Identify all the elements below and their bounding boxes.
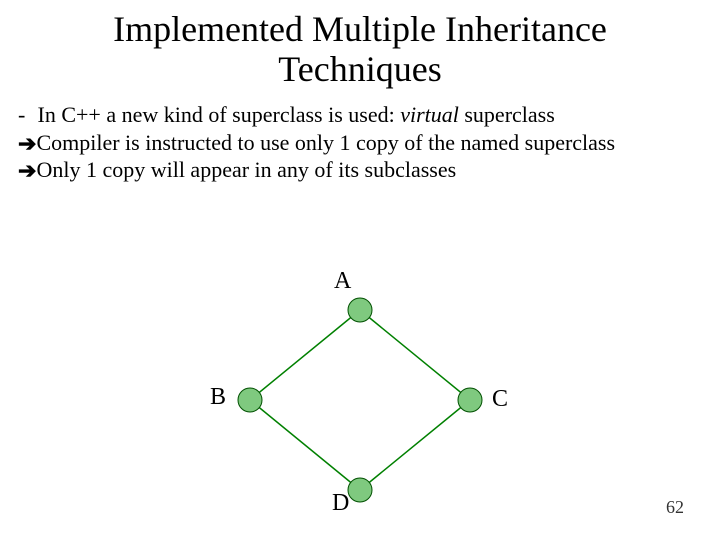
- node-d-label: D: [332, 490, 349, 517]
- bullet-2: ➔Compiler is instructed to use only 1 co…: [18, 129, 702, 157]
- bullet-3-text: Only 1 copy will appear in any of its su…: [36, 157, 456, 182]
- slide: Implemented Multiple Inheritance Techniq…: [0, 0, 720, 540]
- bullet-3: ➔Only 1 copy will appear in any of its s…: [18, 156, 702, 184]
- bullet-1-post: superclass: [459, 102, 555, 127]
- bullet-1-emph: virtual: [400, 102, 459, 127]
- body-text: - In C++ a new kind of superclass is use…: [0, 89, 720, 184]
- bullet-1-pre: In C++ a new kind of superclass is used:: [38, 102, 401, 127]
- slide-title: Implemented Multiple Inheritance Techniq…: [0, 0, 720, 89]
- edge-b-d: [250, 400, 360, 490]
- node-a-label: A: [334, 268, 351, 295]
- dash-bullet: -: [18, 101, 32, 129]
- node-c-circle: [458, 388, 482, 412]
- node-c-label: C: [492, 386, 508, 413]
- page-number: 62: [666, 497, 684, 518]
- edge-a-c: [360, 310, 470, 400]
- diagram-svg: [0, 250, 720, 520]
- edge-c-d: [360, 400, 470, 490]
- bullet-1: - In C++ a new kind of superclass is use…: [18, 101, 702, 129]
- inheritance-diagram: A B C D: [0, 250, 720, 520]
- bullet-2-text: Compiler is instructed to use only 1 cop…: [36, 130, 615, 155]
- arrow-icon: ➔: [18, 157, 36, 185]
- edge-a-b: [250, 310, 360, 400]
- node-a-circle: [348, 298, 372, 322]
- arrow-icon: ➔: [18, 130, 36, 158]
- node-b-circle: [238, 388, 262, 412]
- node-d-circle: [348, 478, 372, 502]
- node-b-label: B: [210, 384, 226, 411]
